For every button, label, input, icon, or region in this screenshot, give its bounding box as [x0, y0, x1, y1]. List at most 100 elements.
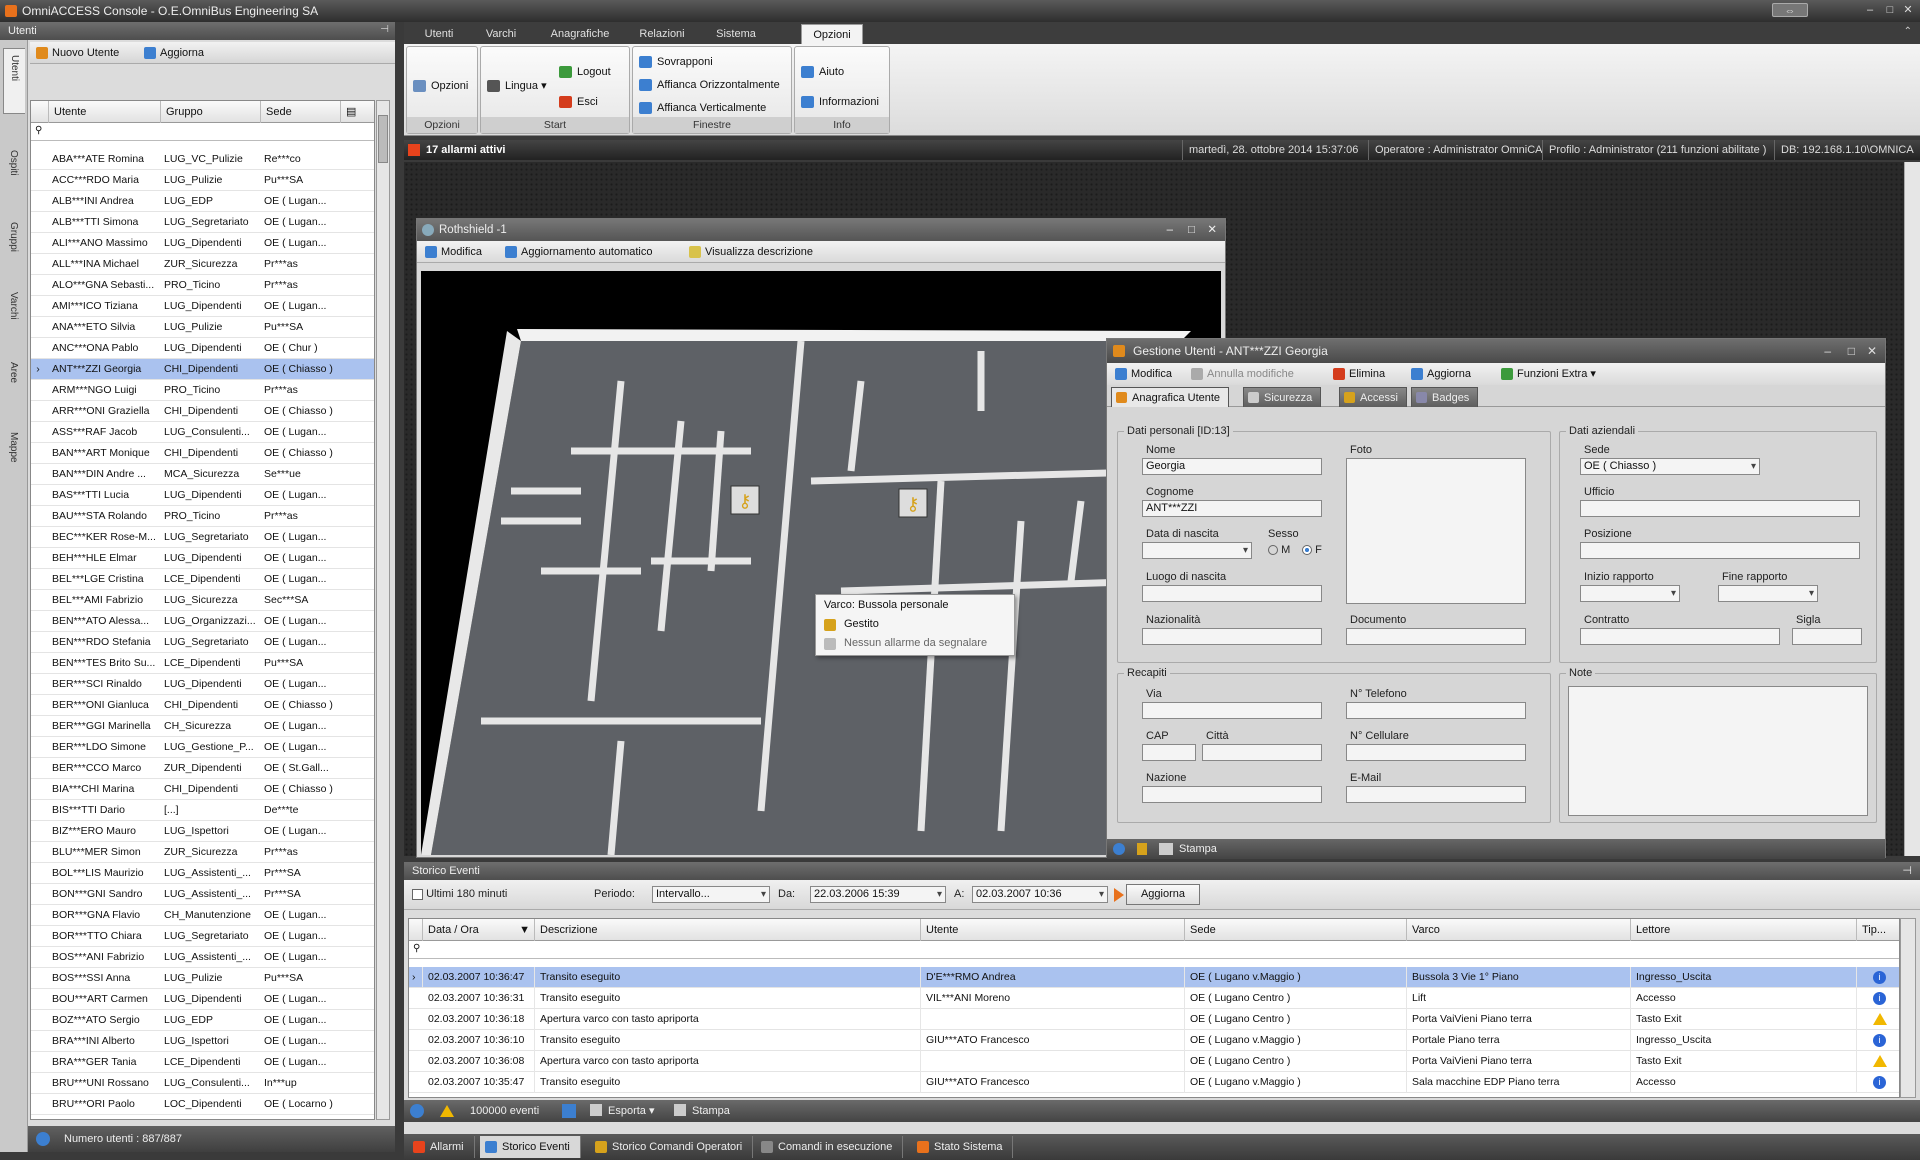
- map-minimize-button[interactable]: –: [1167, 219, 1173, 241]
- site-select[interactable]: OE ( Chiasso ): [1580, 458, 1760, 475]
- floor-plan-canvas[interactable]: ⚷ ⚷: [421, 271, 1221, 856]
- collapse-ribbon-icon[interactable]: ⌃: [1904, 26, 1912, 37]
- document-field[interactable]: [1346, 628, 1526, 645]
- table-row[interactable]: BOL***LIS Maurizio LUG_Assistenti_... Pr**…: [31, 863, 374, 884]
- navigate-icon[interactable]: [562, 1104, 576, 1118]
- tab-varchi[interactable]: Varchi: [476, 24, 526, 44]
- table-row[interactable]: AMI***ICO Tiziana LUG_Dipendenti OE ( Luga…: [31, 296, 374, 317]
- table-row[interactable]: ANA***ETO Silvia LUG_Pulizie Pu***SA: [31, 317, 374, 338]
- table-row[interactable]: 02.03.2007 10:35:47 Transito eseguito GIU*…: [409, 1072, 1899, 1093]
- col-tipo[interactable]: Tip...: [1857, 919, 1899, 941]
- language-button[interactable]: Lingua ▾: [485, 77, 547, 95]
- table-row[interactable]: BLU***MER Simon ZUR_Sicurezza Pr***as: [31, 842, 374, 863]
- table-row[interactable]: ALO***GNA Sebasti... PRO_Ticino Pr***as: [31, 275, 374, 296]
- table-row[interactable]: BOR***GNA Flavio CH_Manutenzione OE ( Luga…: [31, 905, 374, 926]
- map-edit-button[interactable]: Modifica: [423, 244, 482, 260]
- vtab-aree[interactable]: Aree: [3, 356, 25, 422]
- end-date-picker[interactable]: [1718, 585, 1818, 602]
- tab-utenti[interactable]: Utenti: [414, 24, 464, 44]
- notes-textarea[interactable]: [1568, 686, 1868, 816]
- show-description-button[interactable]: Visualizza descrizione: [687, 244, 813, 260]
- table-row[interactable]: ARR***ONI Graziella CHI_Dipendenti OE ( Ch…: [31, 401, 374, 422]
- help-icon[interactable]: [410, 1104, 424, 1118]
- vtab-gruppi[interactable]: Gruppi: [3, 216, 25, 282]
- sex-f-radio[interactable]: [1302, 545, 1312, 556]
- birth-date-picker[interactable]: [1142, 542, 1252, 559]
- column-chooser-icon[interactable]: ▤: [341, 101, 374, 123]
- date-to-picker[interactable]: 02.03.2007 10:36: [972, 886, 1108, 903]
- info-button[interactable]: Informazioni: [799, 93, 879, 111]
- table-row[interactable]: BRA***GER Tania LCE_Dipendenti OE ( Lugan.…: [31, 1052, 374, 1073]
- table-row[interactable]: › 02.03.2007 10:36:47 Transito eseguito D'E…: [409, 967, 1899, 988]
- refresh-user-button[interactable]: Aggiorna: [1409, 366, 1471, 382]
- table-row[interactable]: BEH***HLE Elmar LUG_Dipendenti OE ( Lugan.…: [31, 548, 374, 569]
- table-row[interactable]: BUC***ICA Richar...MCA_SicurezzaAg***et: [31, 1115, 374, 1119]
- table-row[interactable]: ALL***INA Michael ZUR_Sicurezza Pr***as: [31, 254, 374, 275]
- table-row[interactable]: BER***CCO Marco ZUR_Dipendenti OE ( St.Gal…: [31, 758, 374, 779]
- pin-icon[interactable]: ⊣: [380, 24, 389, 35]
- pin-icon[interactable]: ⊣: [1902, 862, 1912, 880]
- table-row[interactable]: BER***ONI Gianluca CHI_Dipendenti OE ( Chi…: [31, 695, 374, 716]
- col-varco[interactable]: Varco: [1407, 919, 1631, 941]
- table-row[interactable]: BAN***DIN Andre ... MCA_Sicurezza Se***ue: [31, 464, 374, 485]
- edit-button[interactable]: Modifica: [1113, 366, 1172, 382]
- table-row[interactable]: BOZ***ATO Sergio LUG_EDP OE ( Lugan...: [31, 1010, 374, 1031]
- scroll-thumb[interactable]: [378, 115, 388, 163]
- user-maximize-button[interactable]: □: [1848, 339, 1855, 363]
- logout-button[interactable]: Logout: [557, 63, 611, 81]
- events-scrollbar[interactable]: [1900, 918, 1916, 1098]
- extra-functions-button[interactable]: Funzioni Extra ▾: [1499, 366, 1596, 382]
- table-row[interactable]: BEN***ATO Alessa... LUG_Organizzazi... OE …: [31, 611, 374, 632]
- col-data-ora[interactable]: Data / Ora ▼: [423, 919, 535, 941]
- table-row[interactable]: › ANT***ZZI Georgia CHI_Dipendenti OE ( Chi…: [31, 359, 374, 380]
- tile-vertical-button[interactable]: Affianca Verticalmente: [637, 99, 766, 117]
- vtab-utenti[interactable]: Utenti: [3, 48, 25, 114]
- city-field[interactable]: [1202, 744, 1322, 761]
- tab-sicurezza[interactable]: Sicurezza: [1243, 387, 1322, 407]
- options-button[interactable]: Opzioni: [411, 77, 468, 95]
- birthplace-field[interactable]: [1142, 585, 1322, 602]
- table-row[interactable]: BEN***RDO Stefania LUG_Segretariato OE ( L…: [31, 632, 374, 653]
- print-button[interactable]: Stampa: [1159, 839, 1217, 859]
- contract-field[interactable]: [1580, 628, 1780, 645]
- tab-storico-comandi[interactable]: Storico Comandi Operatori: [590, 1136, 754, 1158]
- table-row[interactable]: 02.03.2007 10:36:18 Apertura varco con ta…: [409, 1009, 1899, 1030]
- table-row[interactable]: BEC***KER Rose-M... LUG_Segretariato OE ( …: [31, 527, 374, 548]
- table-row[interactable]: BIS***TTI Dario [...] De***te: [31, 800, 374, 821]
- new-user-button[interactable]: Nuovo Utente: [34, 45, 119, 61]
- table-row[interactable]: BIA***CHI Marina CHI_Dipendenti OE ( Chias…: [31, 779, 374, 800]
- table-row[interactable]: BRA***INI Alberto LUG_Ispettori OE ( Lugan…: [31, 1031, 374, 1052]
- zip-field[interactable]: [1142, 744, 1196, 761]
- tab-badges[interactable]: Badges: [1411, 387, 1479, 407]
- mobile-field[interactable]: [1346, 744, 1526, 761]
- tab-relazioni[interactable]: Relazioni: [630, 24, 694, 44]
- restore-layout-icon[interactable]: ⇔: [1772, 3, 1808, 17]
- active-alarms[interactable]: 17 allarmi attivi: [426, 140, 506, 160]
- desktop-scrollbar[interactable]: [1904, 162, 1920, 856]
- export-button[interactable]: Esporta ▾: [590, 1100, 655, 1122]
- table-row[interactable]: BAS***TTI Lucia LUG_Dipendenti OE ( Lugan.…: [31, 485, 374, 506]
- delete-button[interactable]: Elimina: [1331, 366, 1385, 382]
- maximize-button[interactable]: □: [1882, 3, 1898, 17]
- period-select[interactable]: Intervallo...: [652, 886, 770, 903]
- tab-accessi[interactable]: Accessi: [1339, 387, 1407, 407]
- events-filter-row[interactable]: ⚲: [409, 941, 1899, 959]
- col-gruppo[interactable]: Gruppo: [161, 101, 261, 123]
- table-row[interactable]: 02.03.2007 10:36:08 Apertura varco con ta…: [409, 1051, 1899, 1072]
- users-scrollbar[interactable]: [376, 100, 390, 1120]
- table-row[interactable]: ANC***ONA Pablo LUG_Dipendenti OE ( Chur ): [31, 338, 374, 359]
- table-row[interactable]: ALI***ANO Massimo LUG_Dipendenti OE ( Luga…: [31, 233, 374, 254]
- auto-refresh-button[interactable]: Aggiornamento automatico: [503, 244, 652, 260]
- date-from-picker[interactable]: 22.03.2006 15:39: [810, 886, 946, 903]
- print-events-button[interactable]: Stampa: [674, 1100, 730, 1122]
- nationality-field[interactable]: [1142, 628, 1322, 645]
- last-180-checkbox[interactable]: [412, 888, 423, 900]
- table-row[interactable]: BEL***LGE Cristina LCE_Dipendenti OE ( Lug…: [31, 569, 374, 590]
- street-field[interactable]: [1142, 702, 1322, 719]
- tab-opzioni[interactable]: Opzioni: [801, 24, 863, 44]
- table-row[interactable]: BER***SCI Rinaldo LUG_Dipendenti OE ( Luga…: [31, 674, 374, 695]
- tab-storico-eventi[interactable]: Storico Eventi: [480, 1136, 581, 1158]
- table-row[interactable]: BAU***STA Rolando PRO_Ticino Pr***as: [31, 506, 374, 527]
- cascade-button[interactable]: Sovrapponi: [637, 53, 713, 71]
- table-row[interactable]: BER***LDO Simone LUG_Gestione_P... OE ( Lu…: [31, 737, 374, 758]
